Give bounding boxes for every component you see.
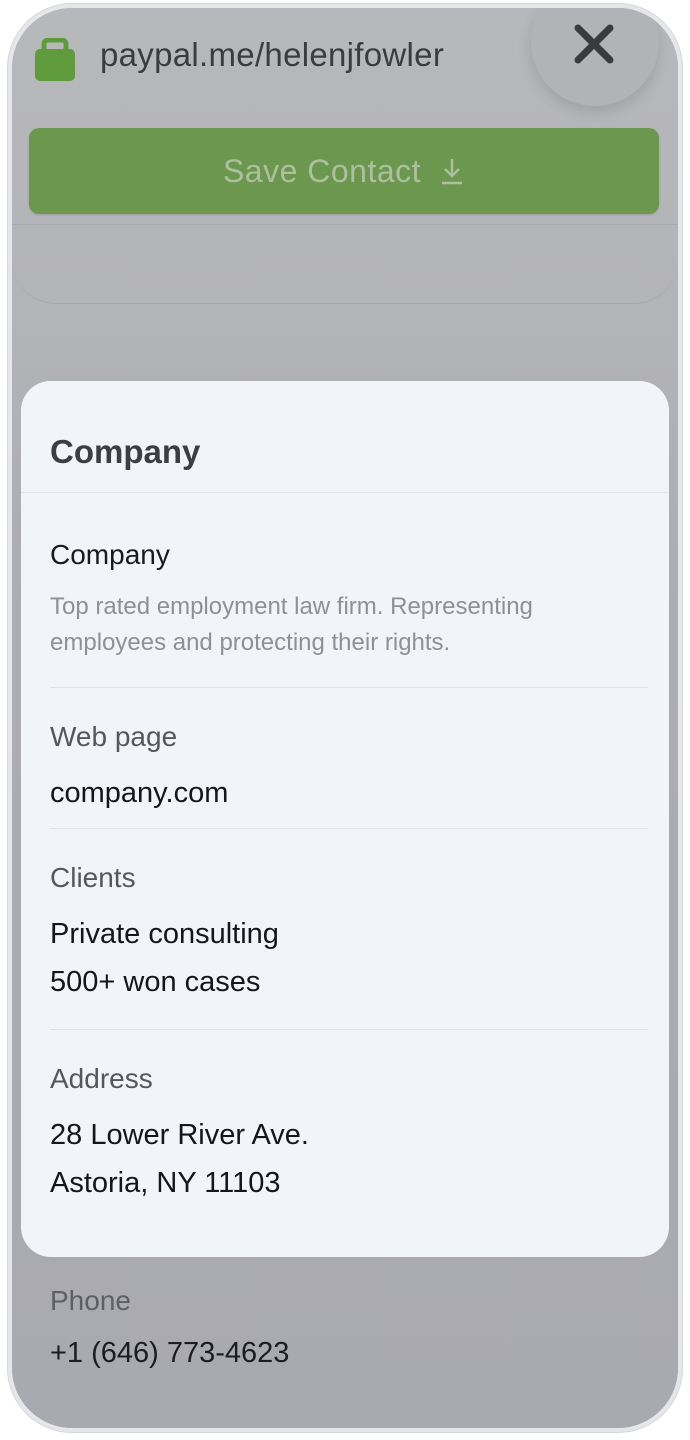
background-card bbox=[12, 224, 678, 304]
download-icon bbox=[442, 159, 463, 185]
close-icon[interactable] bbox=[572, 22, 616, 66]
url-text[interactable]: paypal.me/helenjfowler bbox=[100, 36, 444, 74]
phone-label: Phone bbox=[50, 1285, 131, 1316]
phone-section[interactable]: Phone +1 (646) 773-4623 bbox=[50, 1285, 289, 1370]
address-section: Address 28 Lower River Ave. Astoria, NY … bbox=[50, 1063, 650, 1207]
company-sheet: Company Company Top rated employment law… bbox=[21, 381, 669, 1257]
company-description: Top rated employment law firm. Represent… bbox=[50, 593, 533, 656]
sheet-title: Company bbox=[50, 433, 201, 470]
sheet-header: Company bbox=[21, 381, 669, 493]
divider bbox=[50, 1029, 648, 1030]
save-contact-label: Save Contact bbox=[222, 152, 422, 189]
address-line[interactable]: Astoria, NY 11103 bbox=[50, 1159, 650, 1207]
clients-value: Private consulting bbox=[50, 918, 279, 950]
divider bbox=[50, 828, 648, 829]
web-page-section: Web page company.com bbox=[50, 721, 650, 817]
phone-value[interactable]: +1 (646) 773-4623 bbox=[50, 1337, 289, 1370]
clients-label: Clients bbox=[50, 862, 136, 893]
briefcase-icon bbox=[35, 38, 75, 81]
phone-frame: paypal.me/helenjfowler Save Contact Phon… bbox=[8, 4, 682, 1432]
company-section: Company Top rated employment law firm. R… bbox=[50, 539, 650, 661]
address-line[interactable]: 28 Lower River Ave. bbox=[50, 1111, 650, 1159]
clients-section: Clients Private consulting 500+ won case… bbox=[50, 862, 650, 1006]
web-page-link[interactable]: company.com bbox=[50, 769, 650, 817]
company-label: Company bbox=[50, 539, 170, 570]
web-page-label: Web page bbox=[50, 721, 178, 752]
save-contact-button[interactable]: Save Contact bbox=[29, 128, 659, 214]
clients-value: 500+ won cases bbox=[50, 966, 261, 998]
address-label: Address bbox=[50, 1063, 153, 1094]
divider bbox=[50, 687, 648, 688]
